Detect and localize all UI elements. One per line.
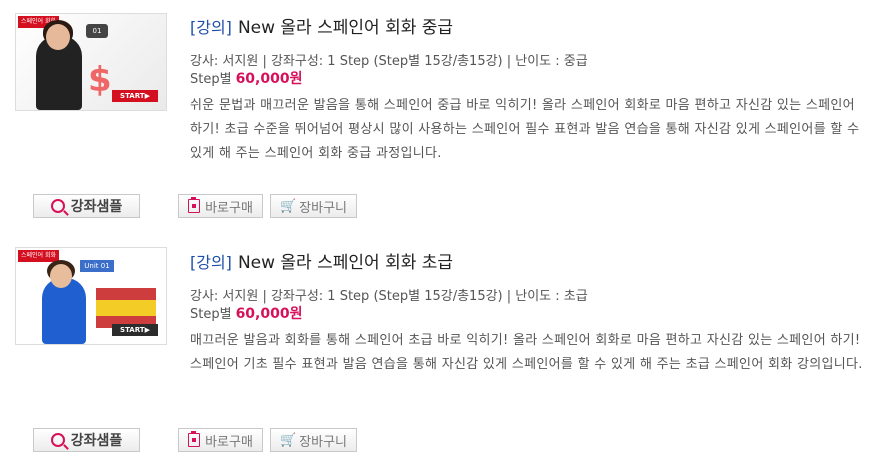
clipboard-icon [188, 197, 201, 213]
buy-now-label: 바로구매 [205, 200, 253, 216]
course-description: 매끄러운 발음과 회화를 통해 스페인어 초급 바로 익히기! 올라 스페인어 … [190, 333, 863, 372]
search-icon [50, 199, 65, 213]
thumbnail-flag-graphic [96, 288, 156, 328]
buy-now-label: 바로구매 [205, 434, 253, 450]
thumbnail-start-badge: START▶ [112, 324, 158, 336]
buy-now-button[interactable]: 바로구매 [178, 194, 263, 218]
search-icon [50, 433, 65, 447]
course-meta: 강사: 서지원 | 강좌구성: 1 Step (Step별 15강/총15강) … [190, 289, 588, 304]
cart-icon: 🛒 [279, 432, 297, 448]
thumbnail-dollar-graphic: $ [88, 60, 112, 100]
thumbnail-logo: 스페인어 회화 [18, 250, 60, 262]
course-price: 60,000원 [235, 306, 303, 322]
course-price-row: Step별 60,000원 [190, 303, 302, 323]
thumbnail-person-head [46, 24, 70, 50]
course-category: [강의] [190, 18, 232, 37]
add-to-cart-label: 장바구니 [299, 200, 348, 216]
course-title-text[interactable]: New 올라 스페인어 회화 초급 [238, 253, 453, 273]
course-price-row: Step별 60,000원 [190, 68, 302, 88]
price-label: Step별 [190, 307, 232, 322]
course-title-text[interactable]: New 올라 스페인어 회화 중급 [238, 18, 453, 38]
sample-button-label: 강좌샘플 [70, 433, 123, 449]
cart-icon: 🛒 [279, 198, 297, 214]
course-title[interactable]: [강의] New 올라 스페인어 회화 초급 [190, 248, 453, 273]
thumbnail-person-head [50, 264, 72, 288]
add-to-cart-label: 장바구니 [299, 434, 348, 450]
add-to-cart-button[interactable]: 🛒 장바구니 [270, 194, 357, 218]
course-description: 쉬운 문법과 매끄러운 발음을 통해 스페인어 중급 바로 익히기! 올라 스페… [190, 98, 860, 161]
thumbnail-unit-badge: Unit 01 [80, 260, 114, 272]
add-to-cart-button[interactable]: 🛒 장바구니 [270, 428, 357, 452]
sample-button-label: 강좌샘플 [70, 199, 123, 215]
course-meta: 강사: 서지원 | 강좌구성: 1 Step (Step별 15강/총15강) … [190, 54, 588, 69]
course-title[interactable]: [강의] New 올라 스페인어 회화 중급 [190, 13, 453, 38]
course-thumbnail[interactable]: 스페인어 회화 Unit 01 START▶ [15, 247, 167, 345]
course-thumbnail[interactable]: 스페인어 회화 01 $ START▶ [15, 13, 167, 111]
buy-now-button[interactable]: 바로구매 [178, 428, 263, 452]
thumbnail-unit-badge: 01 [86, 24, 108, 38]
course-category: [강의] [190, 253, 232, 272]
sample-button[interactable]: 강좌샘플 [33, 428, 140, 452]
course-price: 60,000원 [235, 71, 303, 87]
clipboard-icon [188, 431, 201, 447]
thumbnail-person [42, 278, 86, 344]
price-label: Step별 [190, 72, 232, 87]
thumbnail-start-badge: START▶ [112, 90, 158, 102]
sample-button[interactable]: 강좌샘플 [33, 194, 140, 218]
